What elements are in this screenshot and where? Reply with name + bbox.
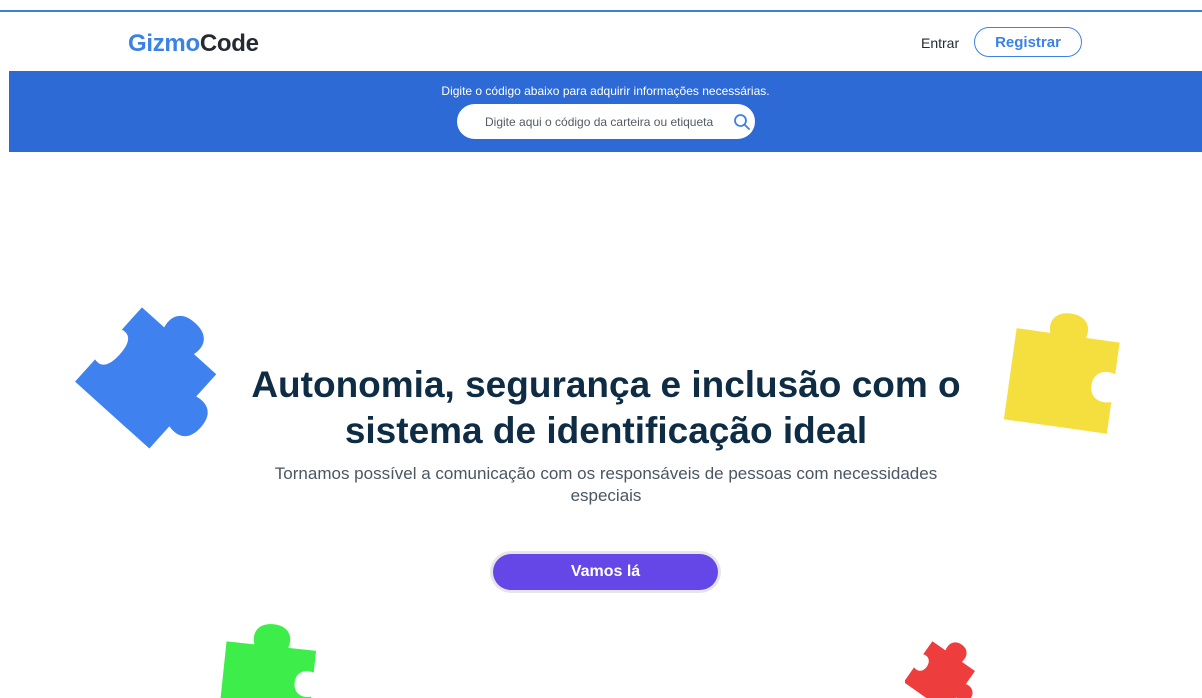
search-banner: Digite o código abaixo para adquirir inf… [9, 71, 1202, 152]
search-icon[interactable] [733, 113, 751, 131]
register-button[interactable]: Registrar [974, 27, 1082, 57]
hero-title: Autonomia, segurança e inclusão com o si… [251, 364, 961, 451]
logo-part-gizmo: Gizmo [128, 30, 200, 57]
lets-go-button[interactable]: Vamos lá [493, 554, 718, 590]
site-header: GizmoCode Entrar Registrar [0, 12, 1202, 72]
code-search-input[interactable] [457, 104, 719, 139]
logo[interactable]: GizmoCode [128, 30, 259, 58]
puzzle-piece-yellow [1003, 313, 1120, 434]
signin-link[interactable]: Entrar [921, 35, 959, 51]
search-box [457, 104, 755, 139]
puzzle-piece-red [905, 641, 975, 698]
cta-button-wrapper: Vamos lá [490, 551, 721, 593]
banner-instruction: Digite o código abaixo para adquirir inf… [441, 84, 770, 98]
puzzle-piece-green [217, 624, 317, 698]
logo-part-code: Code [199, 30, 259, 57]
hero-subtitle: Tornamos possível a comunicação com os r… [274, 464, 938, 505]
